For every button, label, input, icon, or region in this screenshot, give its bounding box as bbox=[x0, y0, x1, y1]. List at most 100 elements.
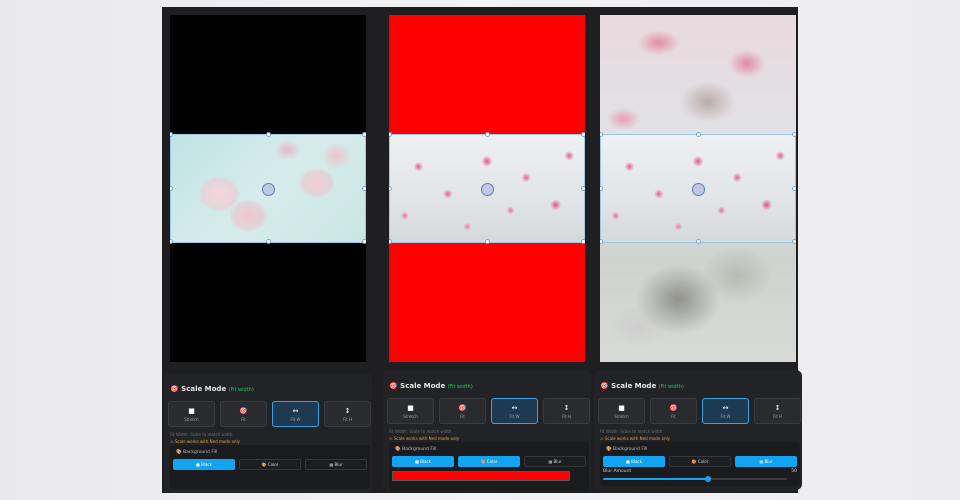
square-icon: ■ bbox=[618, 404, 625, 412]
mode-button-fit-height[interactable]: ↕ Fit H bbox=[324, 401, 371, 427]
scale-mode-title: 🎯 Scale Mode (Fit width) bbox=[170, 385, 254, 393]
scale-mode-title: 🎯 Scale Mode (Fit width) bbox=[389, 382, 473, 390]
mode-label: Stretch bbox=[184, 417, 199, 422]
target-icon: 🎯 bbox=[170, 385, 182, 393]
mode-button-fit-width[interactable]: ↔ Fit W bbox=[491, 398, 538, 424]
resize-handle[interactable] bbox=[362, 132, 366, 137]
mode-label: Fit H bbox=[343, 417, 352, 422]
move-handle-icon[interactable] bbox=[262, 183, 275, 196]
fill-color-button[interactable]: 🎨 Color bbox=[458, 456, 520, 467]
background-fill-title: 🎨 Background Fill bbox=[176, 450, 218, 455]
blur-amount-value: 50 bbox=[791, 469, 797, 474]
vertical-arrows-icon: ↕ bbox=[563, 404, 570, 412]
fill-black-button[interactable]: ■ Black bbox=[173, 459, 235, 470]
resize-handle[interactable] bbox=[696, 239, 701, 244]
fill-color-swatch[interactable] bbox=[392, 471, 570, 481]
mode-label: Fit H bbox=[562, 414, 571, 419]
square-icon: ■ bbox=[407, 404, 414, 412]
mode-warning: ⚠ Scale works with Ned mode only bbox=[600, 436, 671, 441]
resize-handle[interactable] bbox=[362, 239, 366, 244]
fill-blur-button[interactable]: ▦ Blur bbox=[305, 459, 367, 470]
mode-button-fit[interactable]: 🎯 Fit bbox=[650, 398, 697, 424]
resize-handle[interactable] bbox=[600, 239, 603, 244]
fill-color-button[interactable]: 🎨 Color bbox=[669, 456, 731, 467]
background-fill-section: 🎨 Background Fill ■ Black 🎨 Color ▦ Blur bbox=[389, 442, 589, 490]
move-handle-icon[interactable] bbox=[692, 183, 705, 196]
target-icon: 🎯 bbox=[669, 404, 678, 412]
mode-button-fit[interactable]: 🎯 Fit bbox=[439, 398, 486, 424]
scale-mode-title: 🎯 Scale Mode (Fit width) bbox=[600, 382, 684, 390]
resize-handle[interactable] bbox=[266, 239, 271, 244]
preview-canvas bbox=[600, 15, 796, 362]
settings-panel: 🎯 Scale Mode (Fit width) ■ Stretch 🎯 Fit ↔… bbox=[594, 370, 802, 490]
mode-button-fit-height[interactable]: ↕ Fit H bbox=[543, 398, 590, 424]
mode-label: Fit W bbox=[290, 417, 301, 422]
mode-label: Fit bbox=[241, 417, 246, 422]
mode-button-fit-height[interactable]: ↕ Fit H bbox=[754, 398, 801, 424]
resize-handle[interactable] bbox=[792, 132, 796, 137]
mode-note: Fit Width: Scale to match width bbox=[170, 432, 233, 437]
fill-black-button[interactable]: ■ Black bbox=[392, 456, 454, 467]
mode-button-stretch[interactable]: ■ Stretch bbox=[387, 398, 434, 424]
mode-button-fit[interactable]: 🎯 Fit bbox=[220, 401, 267, 427]
selection-box[interactable] bbox=[600, 132, 796, 244]
palette-icon: 🎨 bbox=[395, 447, 403, 452]
target-icon: 🎯 bbox=[600, 382, 612, 390]
resize-handle[interactable] bbox=[581, 132, 585, 137]
resize-handle[interactable] bbox=[581, 239, 585, 244]
resize-handle[interactable] bbox=[792, 186, 796, 191]
mode-warning: ⚠ Scale works with Ned mode only bbox=[389, 436, 460, 441]
resize-handle[interactable] bbox=[362, 186, 366, 191]
selection-box[interactable] bbox=[389, 132, 585, 244]
resize-handle[interactable] bbox=[389, 132, 392, 137]
mode-label: Stretch bbox=[403, 414, 418, 419]
scale-mode-buttons: ■ Stretch 🎯 Fit ↔ Fit W ↕ Fit H bbox=[168, 401, 372, 427]
target-icon: 🎯 bbox=[389, 382, 401, 390]
mode-note: Fit Width: Scale to match width bbox=[600, 429, 663, 434]
resize-handle[interactable] bbox=[389, 239, 392, 244]
mode-button-stretch[interactable]: ■ Stretch bbox=[598, 398, 645, 424]
fill-buttons: ■ Black 🎨 Color ▦ Blur bbox=[392, 456, 586, 467]
mode-label: Fit H bbox=[773, 414, 782, 419]
mode-note: Fit Width: Scale to match width bbox=[389, 429, 452, 434]
mode-button-fit-width[interactable]: ↔ Fit W bbox=[272, 401, 319, 427]
mode-warning: ⚠ Scale works with Ned mode only bbox=[170, 439, 241, 444]
resize-handle[interactable] bbox=[696, 132, 701, 137]
resize-handle[interactable] bbox=[389, 186, 392, 191]
resize-handle[interactable] bbox=[600, 132, 603, 137]
horizontal-arrows-icon: ↔ bbox=[722, 404, 729, 412]
square-icon: ■ bbox=[188, 407, 195, 415]
mode-label: Fit W bbox=[509, 414, 520, 419]
mode-button-fit-width[interactable]: ↔ Fit W bbox=[702, 398, 749, 424]
resize-handle[interactable] bbox=[266, 132, 271, 137]
fill-buttons: ■ Black 🎨 Color ▦ Blur bbox=[603, 456, 797, 467]
resize-handle[interactable] bbox=[485, 239, 490, 244]
resize-handle[interactable] bbox=[581, 186, 585, 191]
mode-label: Fit bbox=[671, 414, 676, 419]
background-fill-title: 🎨 Background Fill bbox=[606, 447, 648, 452]
mode-button-stretch[interactable]: ■ Stretch bbox=[168, 401, 215, 427]
move-handle-icon[interactable] bbox=[481, 183, 494, 196]
resize-handle[interactable] bbox=[170, 132, 173, 137]
mode-label: Fit W bbox=[720, 414, 731, 419]
slider-thumb[interactable] bbox=[704, 476, 711, 482]
resize-handle[interactable] bbox=[485, 132, 490, 137]
palette-icon: 🎨 bbox=[606, 447, 614, 452]
preview-column-blur: 🎯 Scale Mode (Fit width) ■ Stretch 🎯 Fit ↔… bbox=[592, 7, 804, 493]
blur-amount-slider[interactable] bbox=[603, 476, 787, 482]
preview-column-color: 🎯 Scale Mode (Fit width) ■ Stretch 🎯 Fit ↔… bbox=[381, 7, 593, 493]
fill-black-button[interactable]: ■ Black bbox=[603, 456, 665, 467]
selection-box[interactable] bbox=[170, 132, 366, 244]
resize-handle[interactable] bbox=[170, 186, 173, 191]
fill-color-button[interactable]: 🎨 Color bbox=[239, 459, 301, 470]
resize-handle[interactable] bbox=[170, 239, 173, 244]
fill-blur-button[interactable]: ▦ Blur bbox=[524, 456, 586, 467]
settings-panel: 🎯 Scale Mode (Fit width) ■ Stretch 🎯 Fit ↔… bbox=[383, 370, 591, 490]
fill-blur-button[interactable]: ▦ Blur bbox=[735, 456, 797, 467]
settings-panel: 🎯 Scale Mode (Fit width) ■ Stretch 🎯 Fit ↔… bbox=[164, 373, 372, 493]
scale-mode-hint: (Fit width) bbox=[228, 387, 254, 393]
background-fill-section: 🎨 Background Fill ■ Black 🎨 Color ▦ Blur… bbox=[600, 442, 800, 486]
resize-handle[interactable] bbox=[792, 239, 796, 244]
resize-handle[interactable] bbox=[600, 186, 603, 191]
target-icon: 🎯 bbox=[239, 407, 248, 415]
